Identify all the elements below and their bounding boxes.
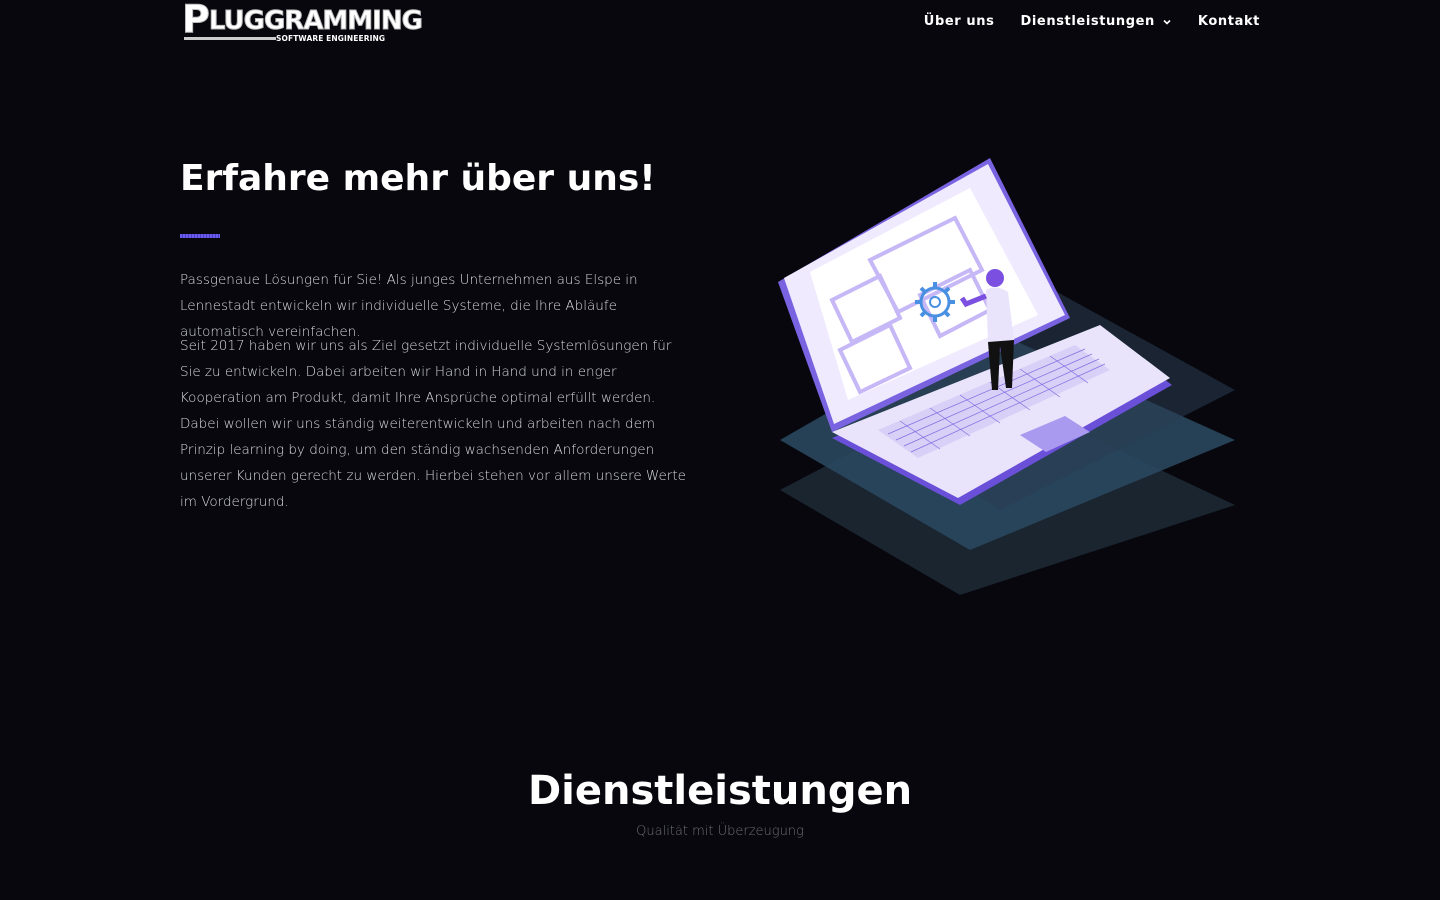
chevron-down-icon [1163, 19, 1171, 25]
services-title: Dienstleistungen [527, 768, 913, 814]
logo-tagline: SOFTWARE ENGINEERING [276, 34, 386, 43]
logo-wordmark: PLUGGRAMMING [182, 0, 424, 41]
logo[interactable]: PLUGGRAMMING SOFTWARE ENGINEERING [182, 0, 424, 46]
hero-paragraph-2: Seit 2017 haben wir uns als Ziel gesetzt… [180, 338, 686, 510]
title-divider [180, 234, 220, 238]
site-header: PLUGGRAMMING SOFTWARE ENGINEERING Über u… [0, 0, 1440, 50]
nav-label: Dienstleistungen [1020, 14, 1155, 29]
nav-label: Über uns [923, 14, 995, 29]
nav-label: Kontakt [1197, 14, 1260, 29]
nav-item-dienstleistungen[interactable]: Dienstleistungen [1020, 14, 1171, 29]
main-nav: Über uns Dienstleistungen Kontakt [924, 14, 1260, 29]
page: PLUGGRAMMING SOFTWARE ENGINEERING Über u… [0, 0, 1440, 900]
hero-title: Erfahre mehr über uns! [180, 158, 656, 199]
logo-bar [184, 37, 276, 40]
laptop-illustration [778, 158, 1235, 595]
services-subtitle: Qualität mit Überzeugung [636, 824, 804, 839]
nav-item-ueber-uns[interactable]: Über uns [924, 14, 995, 29]
nav-item-kontakt[interactable]: Kontakt [1198, 14, 1260, 29]
